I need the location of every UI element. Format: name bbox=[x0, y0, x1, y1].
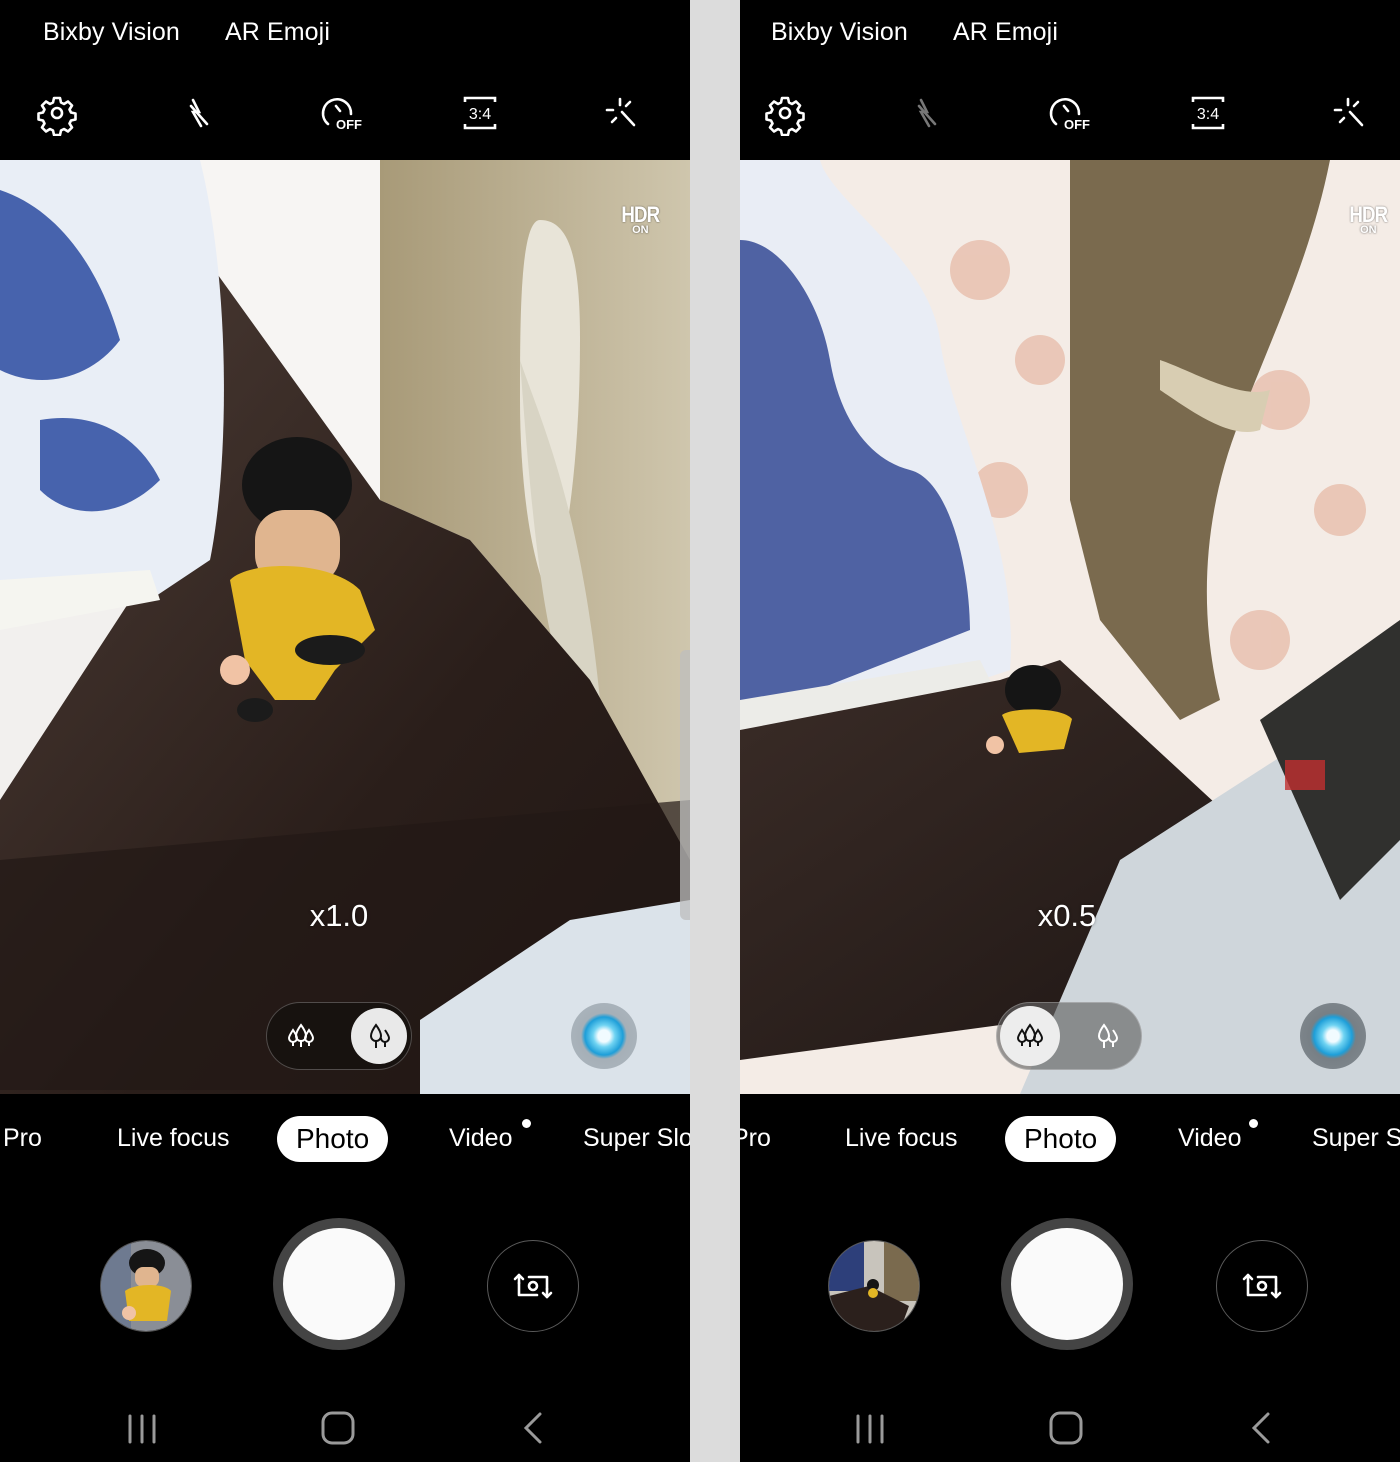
mode-live-focus[interactable]: Live focus bbox=[845, 1124, 958, 1153]
ar-emoji-link[interactable]: AR Emoji bbox=[953, 18, 1058, 47]
shutter-button[interactable] bbox=[1001, 1218, 1133, 1350]
ar-emoji-link[interactable]: AR Emoji bbox=[225, 18, 330, 47]
thumbnail-image bbox=[829, 1241, 919, 1331]
quick-settings-bar: OFF 3:4 bbox=[0, 68, 690, 160]
mode-photo[interactable]: Photo bbox=[1005, 1116, 1117, 1162]
camera-mode-bar: Pro Live focus Photo Video Super Slo bbox=[0, 1094, 690, 1188]
top-links: Bixby Vision AR Emoji bbox=[740, 0, 1400, 68]
camera-mode-bar: Pro Live focus Photo Video Super S bbox=[740, 1094, 1400, 1188]
two-trees-icon bbox=[369, 1023, 391, 1048]
wide-angle-lens-button[interactable] bbox=[273, 1008, 329, 1064]
home-icon bbox=[321, 1411, 355, 1445]
video-new-badge bbox=[522, 1119, 531, 1128]
timer-off-icon: OFF bbox=[321, 98, 362, 132]
three-trees-icon bbox=[287, 1023, 315, 1047]
bixby-button[interactable] bbox=[571, 1003, 637, 1069]
timer-off-icon: OFF bbox=[1049, 98, 1090, 132]
ratio-button[interactable]: 3:4 bbox=[1185, 90, 1231, 136]
effects-button[interactable] bbox=[598, 90, 644, 136]
hdr-indicator[interactable]: HDR ON bbox=[618, 204, 663, 236]
svg-text:3:4: 3:4 bbox=[469, 106, 491, 123]
quick-settings-bar: OFF 3:4 bbox=[740, 68, 1400, 160]
switch-camera-button[interactable] bbox=[487, 1240, 579, 1332]
zoom-level-label[interactable]: x1.0 bbox=[310, 898, 369, 934]
viewfinder-scene bbox=[740, 160, 1400, 1094]
three-trees-icon bbox=[1016, 1023, 1044, 1047]
effects-wand-icon bbox=[605, 97, 636, 127]
gear-icon bbox=[765, 96, 805, 136]
mode-video[interactable]: Video bbox=[449, 1124, 513, 1153]
normal-lens-button[interactable] bbox=[1079, 1008, 1135, 1064]
bixby-vision-link[interactable]: Bixby Vision bbox=[771, 18, 908, 47]
switch-camera-button[interactable] bbox=[1216, 1240, 1308, 1332]
normal-lens-button[interactable] bbox=[351, 1008, 407, 1064]
system-nav-bar bbox=[740, 1390, 1400, 1462]
back-button[interactable] bbox=[514, 1410, 554, 1446]
home-button[interactable] bbox=[1046, 1410, 1086, 1446]
back-icon bbox=[523, 1412, 542, 1444]
recents-button[interactable] bbox=[122, 1410, 162, 1446]
video-new-badge bbox=[1249, 1119, 1258, 1128]
gallery-thumbnail[interactable] bbox=[828, 1240, 920, 1332]
svg-text:OFF: OFF bbox=[1064, 117, 1090, 132]
mode-pro[interactable]: Pro bbox=[740, 1124, 771, 1153]
system-nav-bar bbox=[0, 1390, 690, 1462]
mode-pro[interactable]: Pro bbox=[3, 1124, 42, 1153]
aspect-ratio-icon: 3:4 bbox=[1191, 96, 1225, 130]
bixby-button[interactable] bbox=[1300, 1003, 1366, 1069]
thumbnail-image bbox=[101, 1241, 191, 1331]
top-links: Bixby Vision AR Emoji bbox=[0, 0, 690, 68]
flash-off-icon bbox=[189, 98, 209, 128]
mode-video[interactable]: Video bbox=[1178, 1124, 1242, 1153]
gear-icon bbox=[37, 96, 77, 136]
shutter-inner bbox=[283, 1228, 395, 1340]
mode-live-focus[interactable]: Live focus bbox=[117, 1124, 230, 1153]
flash-off-icon bbox=[917, 98, 937, 128]
camera-viewfinder[interactable]: HDR ON x1.0 bbox=[0, 160, 690, 1094]
timer-button[interactable]: OFF bbox=[316, 90, 362, 136]
timer-button[interactable]: OFF bbox=[1044, 90, 1090, 136]
back-icon bbox=[1251, 1412, 1270, 1444]
mode-photo[interactable]: Photo bbox=[277, 1116, 389, 1162]
edge-panel-handle[interactable] bbox=[680, 650, 690, 920]
flash-button[interactable] bbox=[903, 90, 949, 136]
hdr-indicator[interactable]: HDR ON bbox=[1346, 204, 1391, 236]
recents-button[interactable] bbox=[850, 1410, 890, 1446]
switch-camera-icon bbox=[513, 1273, 553, 1299]
bixby-vision-link[interactable]: Bixby Vision bbox=[43, 18, 180, 47]
effects-button[interactable] bbox=[1326, 90, 1372, 136]
flash-button[interactable] bbox=[175, 90, 221, 136]
zoom-level-label[interactable]: x0.5 bbox=[1038, 898, 1097, 934]
two-trees-icon bbox=[1097, 1023, 1119, 1048]
lens-selector bbox=[996, 1002, 1142, 1070]
back-button[interactable] bbox=[1242, 1410, 1282, 1446]
settings-button[interactable] bbox=[34, 90, 80, 136]
lens-selector bbox=[266, 1002, 412, 1070]
mode-super-slow[interactable]: Super S bbox=[1312, 1124, 1400, 1153]
svg-text:3:4: 3:4 bbox=[1197, 106, 1219, 123]
home-icon bbox=[1049, 1411, 1083, 1445]
camera-screen-right: Bixby Vision AR Emoji OFF 3:4 HDR ON x0.… bbox=[740, 0, 1400, 1462]
viewfinder-scene bbox=[0, 160, 690, 1094]
switch-camera-icon bbox=[1242, 1273, 1282, 1299]
recents-icon bbox=[856, 1414, 884, 1444]
effects-wand-icon bbox=[1333, 97, 1364, 127]
shutter-button[interactable] bbox=[273, 1218, 405, 1350]
settings-button[interactable] bbox=[762, 90, 808, 136]
ratio-button[interactable]: 3:4 bbox=[457, 90, 503, 136]
recents-icon bbox=[128, 1414, 156, 1444]
aspect-ratio-icon: 3:4 bbox=[463, 96, 497, 130]
gallery-thumbnail[interactable] bbox=[100, 1240, 192, 1332]
shutter-inner bbox=[1011, 1228, 1123, 1340]
mode-super-slow[interactable]: Super Slo bbox=[583, 1124, 690, 1153]
wide-angle-lens-button[interactable] bbox=[1000, 1006, 1060, 1066]
svg-text:OFF: OFF bbox=[336, 117, 362, 132]
camera-screen-left: Bixby Vision AR Emoji OFF 3:4 HDR ON x1.… bbox=[0, 0, 690, 1462]
home-button[interactable] bbox=[318, 1410, 358, 1446]
camera-viewfinder[interactable]: HDR ON x0.5 bbox=[740, 160, 1400, 1094]
